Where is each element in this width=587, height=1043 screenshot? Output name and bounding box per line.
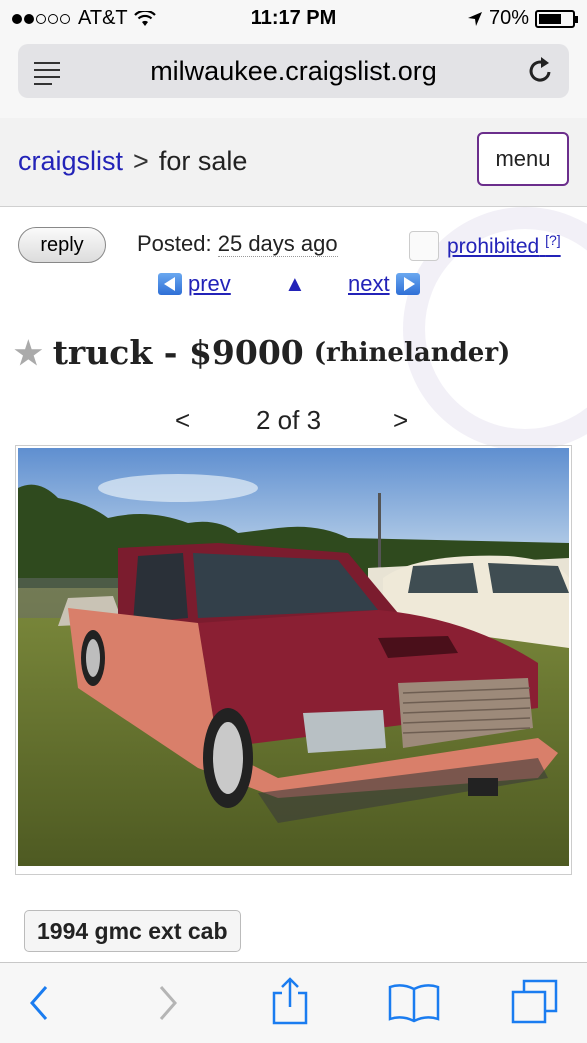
posting-content: reply Posted: 25 days ago prohibited [?]… <box>0 207 587 962</box>
tabs-icon[interactable] <box>510 979 558 1025</box>
photo-frame <box>15 445 572 875</box>
flag-checkbox[interactable] <box>409 231 439 261</box>
posted-ago: 25 days ago <box>217 231 338 257</box>
posting-title: ★ truck - $9000 (rhinelander) <box>14 333 510 372</box>
favorite-star-icon[interactable]: ★ <box>14 334 43 372</box>
forward-icon[interactable] <box>155 983 181 1023</box>
posted-date: Posted: 25 days ago <box>137 231 338 257</box>
image-count: 2 of 3 <box>256 405 322 435</box>
truck-photo[interactable] <box>18 448 569 866</box>
section-link[interactable]: for sale <box>159 146 248 176</box>
prohibited-link[interactable]: prohibited [?] <box>447 232 561 259</box>
reply-button[interactable]: reply <box>18 227 106 263</box>
help-link[interactable]: [?] <box>545 232 561 248</box>
site-header: craigslist > for sale menu <box>0 118 587 207</box>
next-label[interactable]: next <box>348 271 390 297</box>
breadcrumb: craigslist > for sale <box>18 146 247 177</box>
location-arrow-icon <box>467 11 482 26</box>
posting-nav: prev ▲ next <box>0 271 587 301</box>
prohibited-label[interactable]: prohibited <box>447 235 539 258</box>
next-arrow-icon <box>395 273 420 295</box>
battery-percent: 70% <box>488 7 529 29</box>
prev-arrow-icon <box>158 273 182 295</box>
browser-toolbar <box>0 962 587 1043</box>
location-text: (rhinelander) <box>313 337 511 368</box>
up-link[interactable]: ▲ <box>284 271 306 297</box>
battery-icon <box>535 9 578 28</box>
next-link[interactable]: next <box>348 271 420 297</box>
reload-icon[interactable] <box>527 56 555 86</box>
image-next-button[interactable]: > <box>393 405 408 436</box>
bookmarks-icon[interactable] <box>388 981 440 1023</box>
image-prev-button[interactable]: < <box>175 405 190 436</box>
prev-link[interactable]: prev <box>158 271 231 297</box>
attribute-badge: 1994 gmc ext cab <box>24 910 241 952</box>
browser-chrome: milwaukee.craigslist.org <box>0 38 587 119</box>
posted-label: Posted: <box>137 231 212 256</box>
site-home-link[interactable]: craigslist <box>18 146 123 176</box>
back-icon[interactable] <box>26 983 52 1023</box>
title-text: truck - $9000 <box>52 333 304 372</box>
menu-button[interactable]: menu <box>477 132 569 186</box>
share-icon[interactable] <box>270 977 310 1025</box>
breadcrumb-separator: > <box>133 146 149 176</box>
url-text[interactable]: milwaukee.craigslist.org <box>18 56 569 87</box>
address-bar[interactable]: milwaukee.craigslist.org <box>18 44 569 98</box>
prev-label[interactable]: prev <box>188 271 231 297</box>
status-bar: AT&T 11:17 PM 70% <box>0 0 587 38</box>
